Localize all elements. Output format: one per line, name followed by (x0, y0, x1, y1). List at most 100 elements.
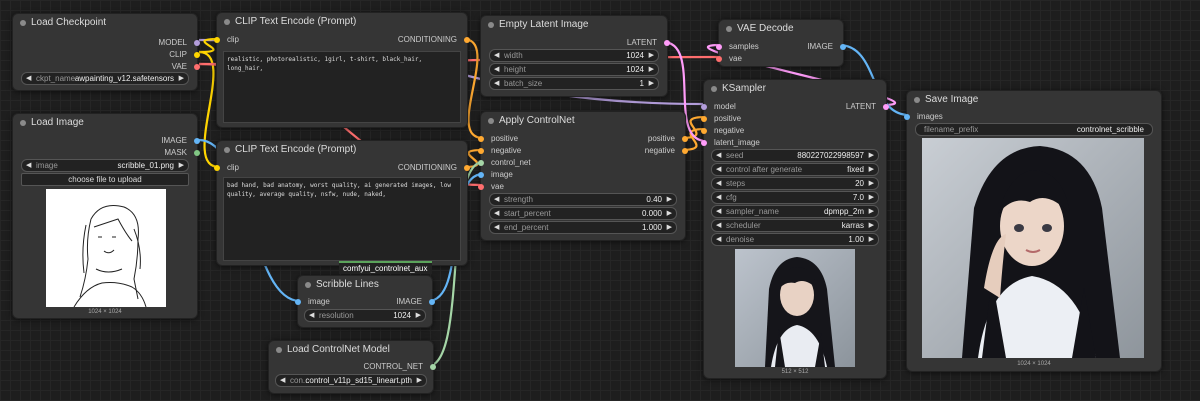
output-clip[interactable]: CLIP (169, 49, 200, 61)
input-positive[interactable]: positive (701, 113, 741, 125)
clip-text-encode-negative-node[interactable]: CLIP Text Encode (Prompt) clip CONDITION… (214, 140, 470, 266)
arrow-left-icon[interactable]: ◀ (494, 194, 499, 205)
control-net-name-widget[interactable]: ◀ con... control_v11p_sd15_lineart.pth ▶ (275, 374, 427, 387)
empty-latent-image-node[interactable]: Empty Latent Image LATENT ◀ width 1024 ▶… (480, 15, 670, 97)
clip-socket-icon[interactable] (194, 52, 200, 58)
image-socket-icon[interactable] (194, 138, 200, 144)
scribble-lines-node[interactable]: Scribble Lines image IMAGE ◀ resolution … (295, 275, 435, 328)
input-model[interactable]: model (701, 101, 736, 113)
prompt-textarea[interactable]: realistic, photorealistic, 1girl, t-shir… (223, 51, 461, 123)
input-clip[interactable]: clip (214, 162, 239, 174)
output-model[interactable]: MODEL (159, 37, 200, 49)
arrow-right-icon[interactable]: ▶ (869, 206, 874, 217)
arrow-right-icon[interactable]: ▶ (869, 192, 874, 203)
arrow-left-icon[interactable]: ◀ (716, 220, 721, 231)
arrow-right-icon[interactable]: ▶ (649, 50, 654, 61)
input-negative[interactable]: negative (701, 125, 744, 137)
sampler-name-widget[interactable]: ◀ sampler_name dpmpp_2m ▶ (711, 205, 879, 218)
arrow-right-icon[interactable]: ▶ (667, 194, 672, 205)
arrow-right-icon[interactable]: ▶ (869, 150, 874, 161)
arrow-left-icon[interactable]: ◀ (716, 178, 721, 189)
steps-widget[interactable]: ◀ steps 20 ▶ (711, 177, 879, 190)
input-samples[interactable]: samples (716, 41, 759, 53)
latent-socket-icon[interactable] (701, 140, 707, 146)
clip-socket-icon[interactable] (214, 37, 220, 43)
arrow-right-icon[interactable]: ▶ (869, 178, 874, 189)
arrow-right-icon[interactable]: ▶ (416, 310, 421, 321)
model-socket-icon[interactable] (194, 40, 200, 46)
conditioning-socket-icon[interactable] (682, 136, 688, 142)
output-mask[interactable]: MASK (164, 147, 200, 159)
filename-prefix-widget[interactable]: filename_prefix controlnet_scribble (915, 123, 1153, 136)
latent-socket-icon[interactable] (716, 44, 722, 50)
input-negative[interactable]: negative (478, 145, 521, 157)
mask-socket-icon[interactable] (194, 150, 200, 156)
output-image[interactable]: IMAGE (396, 296, 435, 308)
cfg-widget[interactable]: ◀ cfg 7.0 ▶ (711, 191, 879, 204)
arrow-left-icon[interactable]: ◀ (494, 208, 499, 219)
collapse-dot-icon[interactable] (276, 347, 282, 353)
collapse-dot-icon[interactable] (224, 19, 230, 25)
input-clip[interactable]: clip (214, 34, 239, 46)
ckpt-name-widget[interactable]: ◀ ckpt_name awpainting_v12.safetensors ▶ (21, 72, 189, 85)
arrow-left-icon[interactable]: ◀ (716, 234, 721, 245)
vae-socket-icon[interactable] (716, 56, 722, 62)
conditioning-socket-icon[interactable] (701, 128, 707, 134)
control-after-generate-widget[interactable]: ◀ control after generate fixed ▶ (711, 163, 879, 176)
prompt-textarea[interactable]: bad hand, bad anatomy, worst quality, ai… (223, 177, 461, 261)
node-title[interactable]: Scribble Lines (298, 276, 432, 294)
collapse-dot-icon[interactable] (20, 120, 26, 126)
image-socket-icon[interactable] (295, 299, 301, 305)
output-conditioning[interactable]: CONDITIONING (398, 162, 470, 174)
arrow-left-icon[interactable]: ◀ (309, 310, 314, 321)
arrow-left-icon[interactable]: ◀ (494, 222, 499, 233)
node-title[interactable]: CLIP Text Encode (Prompt) (217, 13, 467, 31)
clip-text-encode-positive-node[interactable]: CLIP Text Encode (Prompt) clip CONDITION… (214, 12, 470, 128)
choose-file-button[interactable]: choose file to upload (21, 173, 189, 186)
collapse-dot-icon[interactable] (488, 118, 494, 124)
conditioning-socket-icon[interactable] (478, 136, 484, 142)
arrow-left-icon[interactable]: ◀ (26, 160, 31, 171)
arrow-left-icon[interactable]: ◀ (494, 64, 499, 75)
node-title[interactable]: VAE Decode (719, 20, 843, 38)
image-socket-icon[interactable] (904, 114, 910, 120)
output-positive[interactable]: positive (648, 133, 688, 145)
group-tag-label[interactable]: comfyui_controlnet_aux (339, 261, 432, 274)
collapse-dot-icon[interactable] (488, 22, 494, 28)
arrow-right-icon[interactable]: ▶ (869, 220, 874, 231)
output-image[interactable]: IMAGE (807, 41, 846, 53)
clip-socket-icon[interactable] (214, 165, 220, 171)
node-title[interactable]: Load ControlNet Model (269, 341, 433, 359)
arrow-left-icon[interactable]: ◀ (716, 164, 721, 175)
conditioning-socket-icon[interactable] (701, 116, 707, 122)
input-vae[interactable]: vae (478, 181, 504, 193)
save-image-node[interactable]: Save Image images filename_prefix contro… (904, 90, 1162, 372)
input-control-net[interactable]: control_net (478, 157, 531, 169)
arrow-right-icon[interactable]: ▶ (179, 73, 184, 84)
node-title[interactable]: Empty Latent Image (481, 16, 667, 34)
arrow-left-icon[interactable]: ◀ (716, 192, 721, 203)
conditioning-socket-icon[interactable] (478, 148, 484, 154)
conditioning-socket-icon[interactable] (464, 165, 470, 171)
vae-decode-node[interactable]: VAE Decode samples vae IMAGE (716, 19, 846, 67)
apply-controlnet-node[interactable]: Apply ControlNet positive negative contr… (478, 111, 688, 241)
collapse-dot-icon[interactable] (726, 26, 732, 32)
conditioning-socket-icon[interactable] (682, 148, 688, 154)
node-title[interactable]: Apply ControlNet (481, 112, 685, 130)
denoise-widget[interactable]: ◀ denoise 1.00 ▶ (711, 233, 879, 246)
arrow-right-icon[interactable]: ▶ (869, 234, 874, 245)
start-percent-widget[interactable]: ◀ start_percent 0.000 ▶ (489, 207, 677, 220)
arrow-right-icon[interactable]: ▶ (667, 222, 672, 233)
output-latent[interactable]: LATENT (846, 101, 889, 113)
output-negative[interactable]: negative (645, 145, 688, 157)
model-socket-icon[interactable] (701, 104, 707, 110)
node-title[interactable]: KSampler (704, 80, 886, 98)
arrow-right-icon[interactable]: ▶ (667, 208, 672, 219)
latent-socket-icon[interactable] (883, 104, 889, 110)
height-widget[interactable]: ◀ height 1024 ▶ (489, 63, 659, 76)
vae-socket-icon[interactable] (478, 184, 484, 190)
input-images[interactable]: images (904, 111, 943, 123)
arrow-left-icon[interactable]: ◀ (716, 206, 721, 217)
image-socket-icon[interactable] (840, 44, 846, 50)
arrow-right-icon[interactable]: ▶ (179, 160, 184, 171)
